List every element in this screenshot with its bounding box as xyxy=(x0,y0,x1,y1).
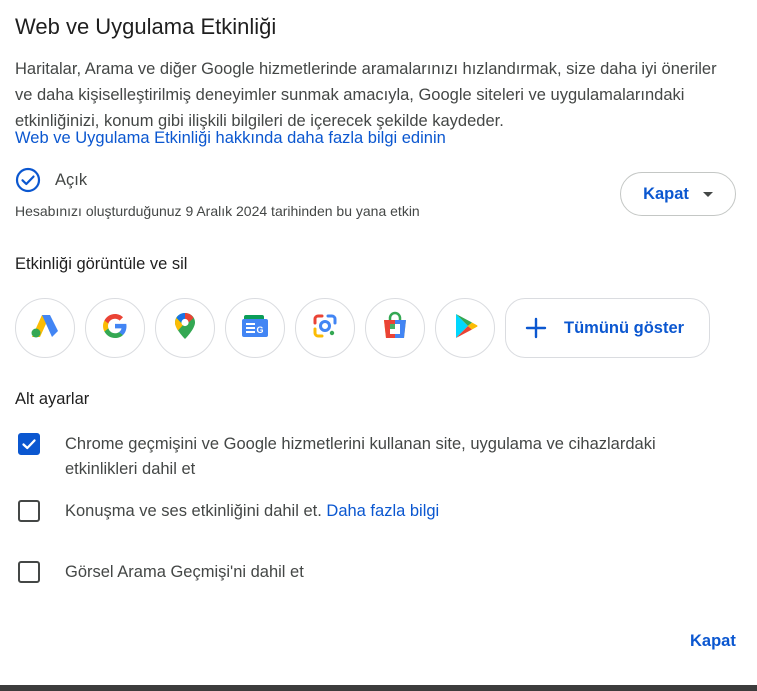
pause-dropdown-button[interactable]: Kapat xyxy=(620,172,736,216)
voice-activity-label: Konuşma ve ses etkinliğini dahil et. xyxy=(65,502,322,520)
google-maps-button[interactable] xyxy=(155,298,215,358)
voice-activity-checkbox[interactable] xyxy=(18,500,40,522)
plus-icon xyxy=(524,316,548,340)
option-chrome-history: Chrome geçmişini ve Google hizmetlerini … xyxy=(18,432,725,482)
status-row: Açık xyxy=(15,167,87,193)
check-circle-icon xyxy=(15,167,41,193)
activity-section-title: Etkinliği görüntüle ve sil xyxy=(15,255,188,273)
activity-settings-dialog: Web ve Uygulama Etkinliği Haritalar, Ara… xyxy=(0,0,757,691)
google-play-icon xyxy=(451,311,479,346)
sub-settings-title: Alt ayarlar xyxy=(15,390,90,408)
status-text: Açık xyxy=(55,170,88,189)
pause-button-label: Kapat xyxy=(643,184,689,203)
google-search-icon xyxy=(99,310,131,347)
show-all-label: Tümünü göster xyxy=(564,318,685,337)
bottom-divider xyxy=(0,685,757,691)
checkmark-icon xyxy=(22,439,36,450)
learn-more-link[interactable]: Web ve Uygulama Etkinliği hakkında daha … xyxy=(15,129,446,148)
app-list: G xyxy=(15,298,505,358)
google-news-icon: G xyxy=(240,312,270,345)
option-voice-activity: Konuşma ve ses etkinliğini dahil et. Dah… xyxy=(18,499,725,524)
google-lens-button[interactable] xyxy=(295,298,355,358)
close-button[interactable]: Kapat xyxy=(690,632,736,651)
google-ads-icon xyxy=(30,311,60,346)
dropdown-caret-icon xyxy=(702,191,713,197)
show-all-button[interactable]: Tümünü göster xyxy=(505,298,710,358)
google-search-button[interactable] xyxy=(85,298,145,358)
visual-search-label: Görsel Arama Geçmişi'ni dahil et xyxy=(65,563,304,581)
google-maps-icon xyxy=(171,311,199,346)
option-visual-search: Görsel Arama Geçmişi'ni dahil et xyxy=(18,560,725,585)
chrome-history-label: Chrome geçmişini ve Google hizmetlerini … xyxy=(65,435,656,478)
google-play-button[interactable] xyxy=(435,298,495,358)
enabled-since-text: Hesabınızı oluşturduğunuz 9 Aralık 2024 … xyxy=(15,203,420,219)
google-lens-icon xyxy=(311,312,339,345)
chrome-history-checkbox[interactable] xyxy=(18,433,40,455)
google-news-button[interactable]: G xyxy=(225,298,285,358)
page-title: Web ve Uygulama Etkinliği xyxy=(15,14,277,39)
learn-more-voice-link[interactable]: Daha fazla bilgi xyxy=(326,502,439,520)
google-ads-button[interactable] xyxy=(15,298,75,358)
svg-text:G: G xyxy=(256,325,263,335)
voice-activity-text: Konuşma ve ses etkinliğini dahil et. Dah… xyxy=(65,499,725,524)
google-shopping-button[interactable] xyxy=(365,298,425,358)
visual-search-checkbox[interactable] xyxy=(18,561,40,583)
description: Haritalar, Arama ve diğer Google hizmetl… xyxy=(15,60,717,130)
google-shopping-icon xyxy=(381,311,409,346)
